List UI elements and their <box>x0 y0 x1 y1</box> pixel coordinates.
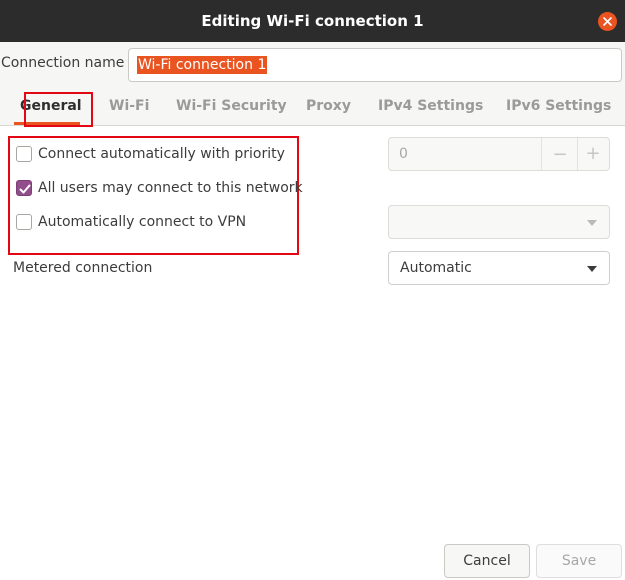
connection-name-value: Wi-Fi connection 1 <box>137 56 268 74</box>
priority-increment-button[interactable]: + <box>582 143 604 164</box>
connect-automatically-label: Connect automatically with priority <box>38 146 285 162</box>
priority-value[interactable]: 0 <box>399 146 408 162</box>
priority-spinbutton[interactable]: 0 − + <box>388 137 610 171</box>
window-titlebar: Editing Wi-Fi connection 1 <box>0 0 625 42</box>
close-icon <box>603 17 612 26</box>
checkmark-icon <box>19 184 31 194</box>
auto-vpn-checkbox[interactable] <box>16 214 32 230</box>
all-users-label: All users may connect to this network <box>38 180 303 196</box>
all-users-checkbox[interactable] <box>16 180 32 196</box>
spin-divider <box>577 138 578 170</box>
auto-vpn-row[interactable]: Automatically connect to VPN <box>16 214 246 230</box>
window-title: Editing Wi-Fi connection 1 <box>201 12 424 30</box>
tab-wifi-security[interactable]: Wi-Fi Security <box>176 98 287 114</box>
auto-vpn-label: Automatically connect to VPN <box>38 214 247 230</box>
tab-bar: General Wi-Fi Wi-Fi Security Proxy IPv4 … <box>0 88 625 126</box>
connection-name-label: Connection name <box>1 55 125 71</box>
save-button[interactable]: Save <box>536 544 622 578</box>
priority-decrement-button[interactable]: − <box>549 144 571 165</box>
all-users-row[interactable]: All users may connect to this network <box>16 180 303 196</box>
metered-connection-select[interactable]: Automatic <box>388 251 610 285</box>
connection-name-row: Connection name Wi-Fi connection 1 <box>0 42 625 88</box>
tab-proxy[interactable]: Proxy <box>306 98 351 114</box>
tab-ipv6-settings[interactable]: IPv6 Settings <box>506 98 611 114</box>
connect-automatically-checkbox[interactable] <box>16 146 32 162</box>
tab-wifi[interactable]: Wi-Fi <box>109 98 149 114</box>
tab-ipv4-settings[interactable]: IPv4 Settings <box>378 98 483 114</box>
connect-automatically-row[interactable]: Connect automatically with priority <box>16 146 285 162</box>
chevron-down-icon <box>587 266 597 272</box>
dialog-content: Connection name Wi-Fi connection 1 Gener… <box>0 42 625 580</box>
connection-name-input[interactable]: Wi-Fi connection 1 <box>128 48 622 82</box>
metered-connection-value: Automatic <box>400 260 472 276</box>
vpn-select[interactable] <box>388 205 610 239</box>
metered-connection-label: Metered connection <box>13 260 153 276</box>
general-tab-highlight <box>24 92 93 127</box>
spin-divider <box>541 138 542 170</box>
cancel-button[interactable]: Cancel <box>444 544 530 578</box>
chevron-down-icon <box>587 220 597 226</box>
close-button[interactable] <box>598 12 617 31</box>
